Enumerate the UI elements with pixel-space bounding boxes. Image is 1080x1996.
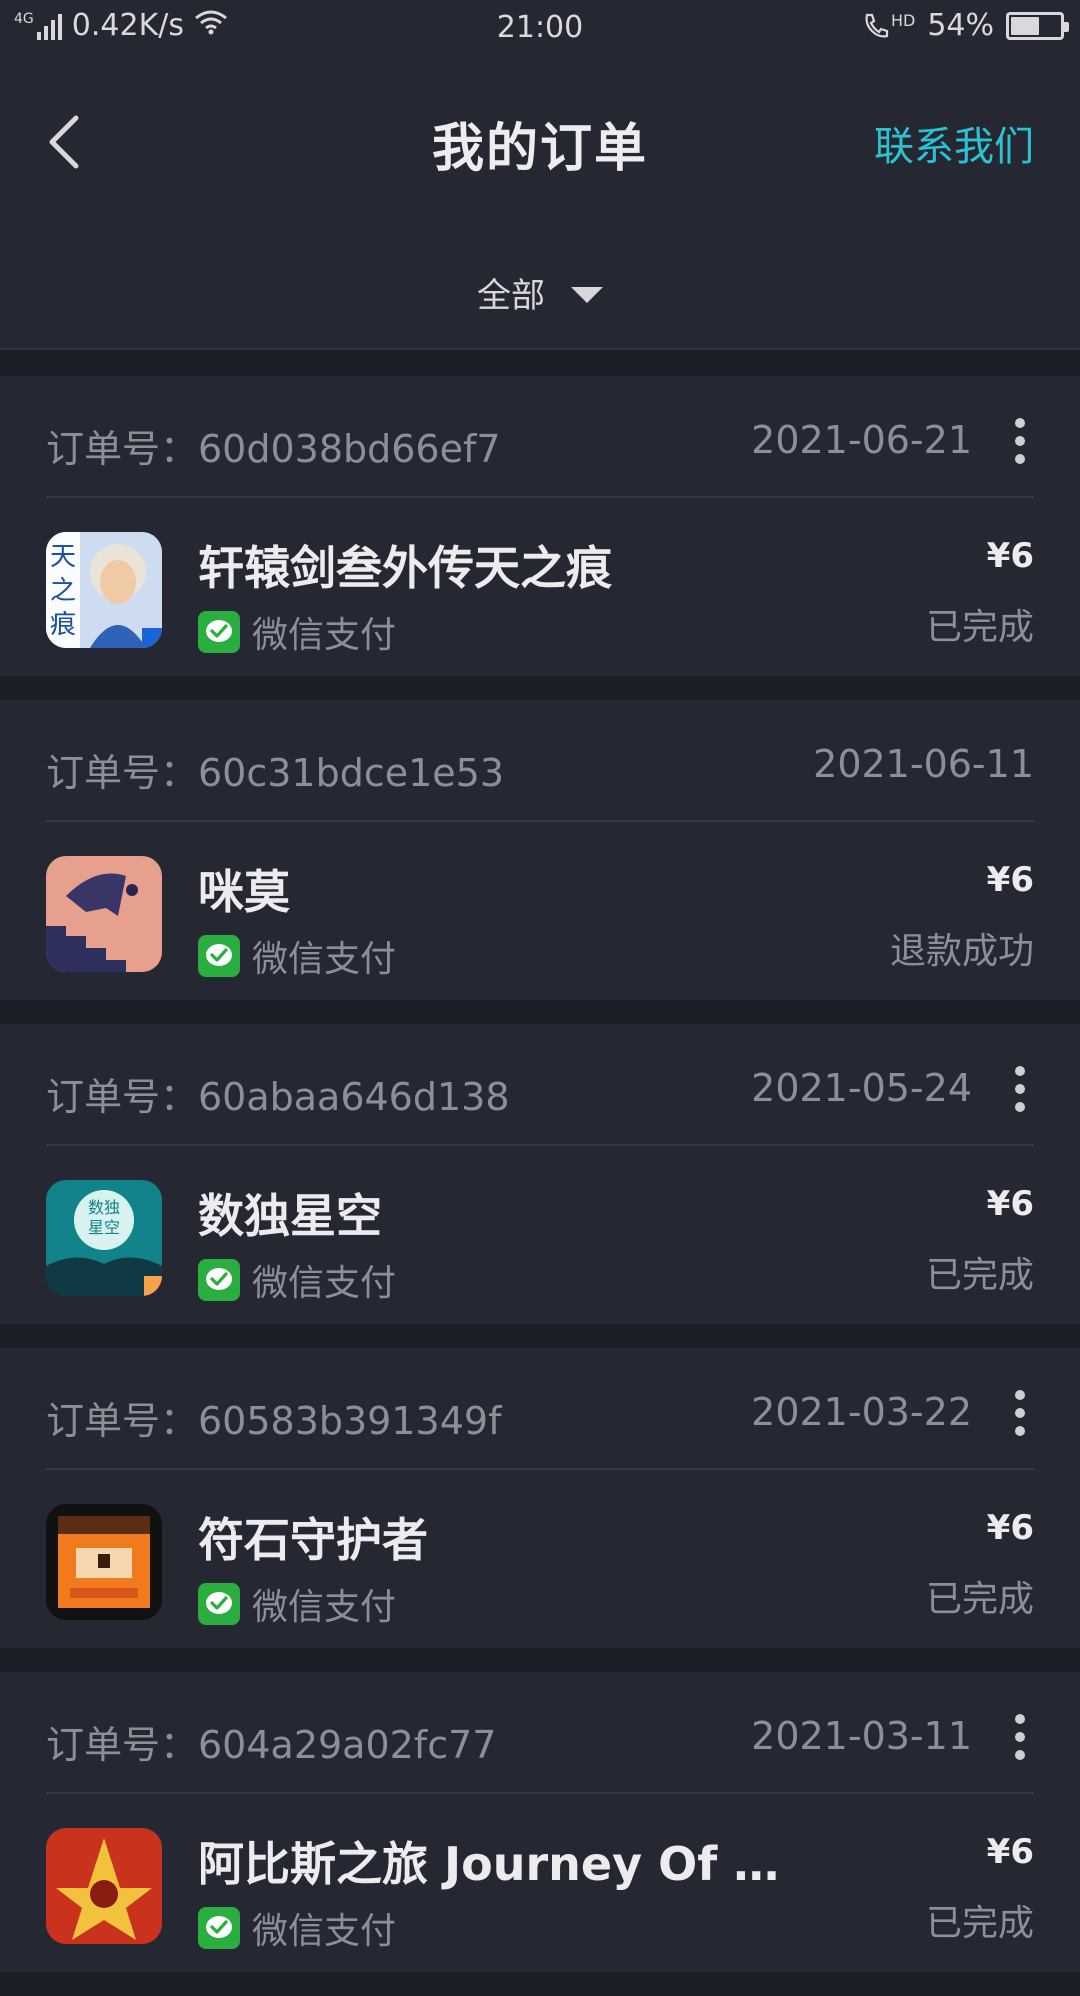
- order-header: 订单号：604a29a02fc77 2021-03-11: [46, 1672, 1034, 1794]
- wechat-pay-icon: [198, 935, 240, 977]
- order-status: 退款成功: [889, 931, 1034, 972]
- payment-label: 微信支付: [252, 939, 397, 980]
- more-options-icon[interactable]: [1014, 1714, 1026, 1760]
- payment-label: 微信支付: [252, 1911, 397, 1952]
- app-name: 咪莫: [198, 865, 290, 919]
- order-header: 订单号：60c31bdce1e53 2021-06-11: [46, 700, 1034, 822]
- wechat-pay-icon: [198, 611, 240, 653]
- status-right: HD 54%: [861, 8, 1069, 43]
- order-date: 2021-03-11: [751, 1714, 972, 1758]
- order-header: 订单号：60583b391349f 2021-03-22: [46, 1348, 1034, 1470]
- status-bar: 4G 0.42K/s 21:00 HD 54%: [0, 0, 1080, 58]
- order-date: 2021-03-22: [751, 1390, 972, 1434]
- order-price: ¥6: [986, 860, 1034, 900]
- payment-method: 微信支付: [198, 1902, 396, 1954]
- wechat-pay-icon: [198, 1907, 240, 1949]
- app-name: 数独星空: [198, 1189, 382, 1243]
- order-status: 已完成: [925, 1579, 1034, 1620]
- payment-method: 微信支付: [198, 930, 396, 982]
- dropdown-arrow-icon: [571, 286, 603, 303]
- payment-method: 微信支付: [198, 606, 396, 658]
- order-number: 订单号：60c31bdce1e53: [46, 751, 505, 795]
- payment-label: 微信支付: [252, 1587, 397, 1628]
- more-options-icon[interactable]: [1014, 418, 1026, 464]
- payment-method: 微信支付: [198, 1578, 396, 1630]
- order-list: 订单号：60d038bd66ef7 2021-06-21 天之痕 轩辕剑叁外传天…: [0, 376, 1080, 1996]
- sudoku-icon-text: 数独星空: [87, 1198, 120, 1237]
- app-name: 阿比斯之旅 Journey Of A...: [198, 1837, 798, 1891]
- hd-label: HD: [890, 10, 916, 30]
- more-options-icon[interactable]: [1014, 1390, 1026, 1436]
- order-number: 订单号：60d038bd66ef7: [46, 427, 501, 471]
- payment-label: 微信支付: [252, 1263, 397, 1304]
- app-icon-mimo: [46, 856, 162, 972]
- order-status: 已完成: [925, 607, 1034, 648]
- order-card[interactable]: 订单号：604a29a02fc77 2021-03-11 阿比斯之旅 Journ…: [0, 1672, 1080, 1972]
- app-name: 符石守护者: [198, 1513, 428, 1567]
- order-card[interactable]: 订单号：60c31bdce1e53 2021-06-11 咪莫 微信支付 ¥6 …: [0, 700, 1080, 1000]
- wechat-pay-icon: [198, 1583, 240, 1625]
- app-name: 轩辕剑叁外传天之痕: [198, 541, 612, 595]
- order-number: 订单号：60583b391349f: [46, 1399, 502, 1443]
- order-header: 订单号：60abaa646d138 2021-05-24: [46, 1024, 1034, 1146]
- header: 我的订单 联系我们 全部: [0, 58, 1080, 350]
- payment-method: 微信支付: [198, 1254, 396, 1306]
- order-number: 订单号：604a29a02fc77: [46, 1723, 497, 1767]
- order-card[interactable]: 订单号：60583b391349f 2021-03-22 符石守护者 微信支付 …: [0, 1348, 1080, 1648]
- app-icon-xuanyuan: 天之痕: [46, 532, 162, 648]
- order-date: 2021-06-11: [813, 742, 1034, 786]
- order-price: ¥6: [986, 1508, 1034, 1548]
- filter-dropdown[interactable]: 全部: [0, 268, 1080, 317]
- order-price: ¥6: [986, 536, 1034, 576]
- wechat-pay-icon: [198, 1259, 240, 1301]
- xuanyuan-icon-text: 天之痕: [50, 542, 77, 640]
- order-price: ¥6: [986, 1184, 1034, 1224]
- order-card[interactable]: 订单号：60d038bd66ef7 2021-06-21 天之痕 轩辕剑叁外传天…: [0, 376, 1080, 676]
- app-icon-abyss: [46, 1828, 162, 1944]
- order-header: 订单号：60d038bd66ef7 2021-06-21: [46, 376, 1034, 498]
- more-options-icon[interactable]: [1014, 1066, 1026, 1112]
- payment-label: 微信支付: [252, 615, 397, 656]
- app-icon-sudoku: 数独星空: [46, 1180, 162, 1296]
- battery-icon: [1006, 11, 1069, 40]
- contact-us-link[interactable]: 联系我们: [874, 114, 1034, 172]
- order-card[interactable]: 订单号：60abaa646d138 2021-05-24 数独星空 数独星空 微…: [0, 1024, 1080, 1324]
- order-status: 已完成: [925, 1255, 1034, 1296]
- app-icon-runestone: [46, 1504, 162, 1620]
- order-number: 订单号：60abaa646d138: [46, 1075, 510, 1119]
- order-price: ¥6: [986, 1832, 1034, 1872]
- battery-percent: 54%: [927, 8, 994, 43]
- order-status: 已完成: [925, 1903, 1034, 1944]
- filter-label: 全部: [477, 276, 545, 316]
- hd-call-icon: HD: [861, 11, 915, 41]
- order-date: 2021-06-21: [751, 418, 972, 462]
- order-date: 2021-05-24: [751, 1066, 972, 1110]
